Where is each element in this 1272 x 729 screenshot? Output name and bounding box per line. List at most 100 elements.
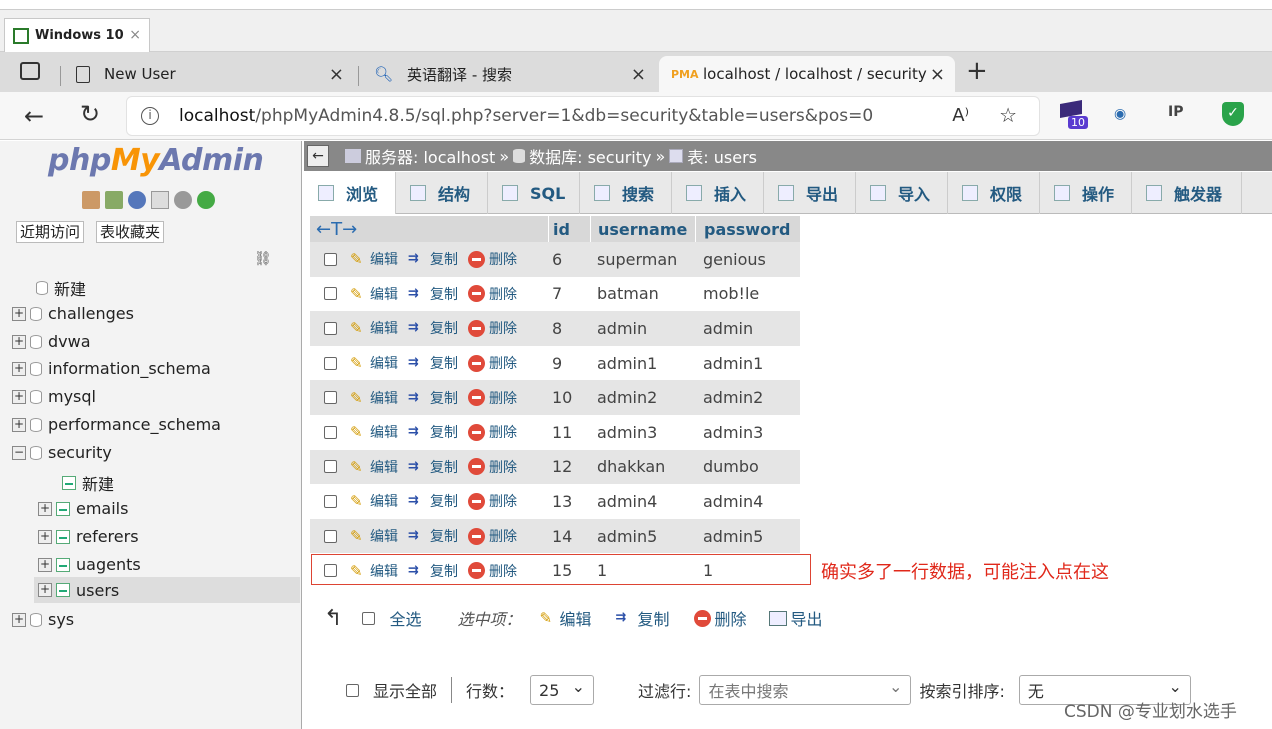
tab-operations[interactable]: 操作	[1040, 172, 1132, 214]
row-edit-button[interactable]: ✎ 编辑	[350, 526, 398, 546]
row-copy-button[interactable]: ⇉ 复制	[408, 526, 458, 546]
breadcrumb-server[interactable]: 服务器: localhost	[365, 144, 495, 168]
show-all-label[interactable]: 显示全部	[373, 678, 437, 702]
tree-db-mysql[interactable]: + mysql	[12, 387, 96, 406]
new-tab-button[interactable]: +	[966, 56, 988, 86]
row-delete-button[interactable]: 删除	[468, 388, 517, 408]
row-checkbox[interactable]	[323, 529, 337, 543]
bulk-copy-button[interactable]: ⇉ 复制	[615, 606, 669, 630]
row-delete-button[interactable]: 删除	[468, 284, 517, 304]
row-copy-button[interactable]: ⇉ 复制	[408, 422, 458, 442]
tab-close-icon[interactable]: ×	[329, 64, 344, 85]
vm-tab-close-icon[interactable]: ×	[129, 27, 141, 43]
row-delete-button[interactable]: 删除	[468, 457, 517, 477]
column-header-password[interactable]: password	[695, 216, 800, 242]
cell-password[interactable]: admin3	[695, 423, 800, 442]
tab-close-icon[interactable]: ×	[631, 64, 646, 85]
row-edit-button[interactable]: ✎ 编辑	[350, 491, 398, 511]
cell-password[interactable]: dumbo	[695, 457, 800, 476]
cell-id[interactable]: 10	[548, 388, 590, 407]
tree-table-referers[interactable]: + referers	[38, 527, 139, 546]
cell-username[interactable]: superman	[590, 250, 695, 269]
breadcrumb-table[interactable]: 表: users	[687, 144, 757, 168]
extension-ip-icon[interactable]: IP	[1168, 104, 1183, 120]
row-delete-button[interactable]: 删除	[468, 249, 517, 269]
expand-icon[interactable]: +	[12, 389, 26, 404]
tree-table-uagents[interactable]: + uagents	[38, 555, 141, 574]
row-checkbox[interactable]	[323, 391, 337, 405]
row-checkbox[interactable]	[323, 494, 337, 508]
cell-id[interactable]: 12	[548, 457, 590, 476]
logout-icon[interactable]	[105, 191, 123, 209]
cell-id[interactable]: 11	[548, 423, 590, 442]
browser-tab-new-user[interactable]: New User ×	[64, 56, 354, 92]
row-delete-button[interactable]: 删除	[468, 526, 517, 546]
cell-username[interactable]: batman	[590, 284, 695, 303]
tab-import[interactable]: 导入	[856, 172, 948, 214]
tree-db-sys[interactable]: + sys	[12, 610, 74, 629]
row-checkbox[interactable]	[323, 460, 337, 474]
cell-password[interactable]: admin5	[695, 527, 800, 546]
row-delete-button[interactable]: 删除	[468, 318, 517, 338]
select-all-label[interactable]: 全选	[389, 606, 421, 630]
cell-username[interactable]: admin5	[590, 527, 695, 546]
expand-icon[interactable]: +	[12, 612, 26, 627]
help-icon[interactable]	[128, 191, 146, 209]
row-copy-button[interactable]: ⇉ 复制	[408, 318, 458, 338]
tree-db-challenges[interactable]: + challenges	[12, 304, 134, 323]
cell-username[interactable]: dhakkan	[590, 457, 695, 476]
expand-icon[interactable]: +	[12, 334, 26, 349]
rows-select[interactable]: 25	[530, 675, 595, 705]
favorites-button[interactable]: 表收藏夹	[96, 221, 165, 243]
cell-id[interactable]: 13	[548, 492, 590, 511]
cell-username[interactable]: admin1	[590, 354, 695, 373]
row-copy-button[interactable]: ⇉ 复制	[408, 491, 458, 511]
row-edit-button[interactable]: ✎ 编辑	[350, 284, 398, 304]
vm-tab[interactable]: Windows 10 ×	[4, 18, 150, 52]
row-delete-button[interactable]: 删除	[468, 422, 517, 442]
recent-button[interactable]: 近期访问	[16, 221, 85, 243]
cell-id[interactable]: 9	[548, 354, 590, 373]
row-copy-button[interactable]: ⇉ 复制	[408, 249, 458, 269]
tab-sql[interactable]: SQL	[488, 172, 580, 214]
extension-eye-icon[interactable]: ◉	[1114, 106, 1126, 122]
row-edit-button[interactable]: ✎ 编辑	[350, 457, 398, 477]
row-checkbox[interactable]	[323, 321, 337, 335]
row-edit-button[interactable]: ✎ 编辑	[350, 388, 398, 408]
cell-password[interactable]: genious	[695, 250, 800, 269]
select-all-checkbox[interactable]	[362, 611, 376, 625]
row-copy-button[interactable]: ⇉ 复制	[408, 457, 458, 477]
tree-db-security[interactable]: − security	[12, 443, 112, 462]
cell-id[interactable]: 14	[548, 527, 590, 546]
tree-db-performance-schema[interactable]: + performance_schema	[12, 415, 221, 434]
tab-insert[interactable]: 插入	[672, 172, 764, 214]
url-field[interactable]: i localhost /phpMyAdmin4.8.5/sql.php?ser…	[126, 96, 1040, 136]
refresh-icon[interactable]	[197, 191, 215, 209]
row-checkbox[interactable]	[323, 252, 337, 266]
row-delete-button[interactable]: 删除	[468, 491, 517, 511]
bulk-export-button[interactable]: 导出	[768, 606, 823, 630]
column-header-id[interactable]: id	[548, 216, 590, 242]
row-copy-button[interactable]: ⇉ 复制	[408, 284, 458, 304]
cell-id[interactable]: 6	[548, 250, 590, 269]
column-arrows[interactable]: ←T→	[310, 216, 548, 242]
expand-icon[interactable]: +	[38, 529, 52, 544]
cell-password[interactable]: mob!le	[695, 284, 800, 303]
tree-table-users[interactable]: + users	[34, 577, 300, 603]
phpmyadmin-logo[interactable]: phpMyAdmin	[48, 143, 264, 178]
read-aloud-icon[interactable]: A⁾	[952, 105, 969, 126]
tree-db-dvwa[interactable]: + dvwa	[12, 332, 91, 351]
row-edit-button[interactable]: ✎ 编辑	[350, 353, 398, 373]
breadcrumb-database[interactable]: 数据库: security	[529, 144, 651, 168]
cell-id[interactable]: 7	[548, 284, 590, 303]
row-edit-button[interactable]: ✎ 编辑	[350, 318, 398, 338]
tree-table-emails[interactable]: + emails	[38, 499, 128, 518]
cell-password[interactable]: admin2	[695, 388, 800, 407]
expand-icon[interactable]: +	[12, 306, 26, 321]
tab-browse[interactable]: 浏览	[304, 172, 396, 214]
tab-export[interactable]: 导出	[764, 172, 856, 214]
row-copy-button[interactable]: ⇉ 复制	[408, 388, 458, 408]
info-icon[interactable]: i	[141, 107, 159, 125]
row-copy-button[interactable]: ⇉ 复制	[408, 353, 458, 373]
collapse-nav-arrow-icon[interactable]: ←	[307, 145, 329, 167]
